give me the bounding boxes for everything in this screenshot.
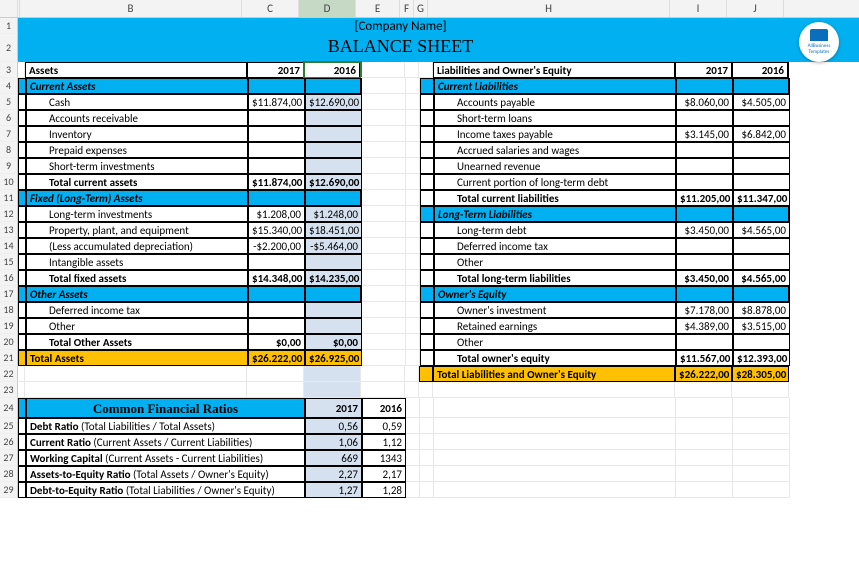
ratios-header[interactable]: Common Financial Ratios: [26, 398, 305, 418]
col-H[interactable]: H: [428, 0, 670, 17]
row-2[interactable]: 2: [0, 34, 18, 62]
current-liab-title[interactable]: Current Liabilities: [434, 78, 676, 94]
total-current-assets-y2[interactable]: $12.690,00: [305, 174, 362, 190]
row-headers: 1234567891011121314151617181920212223242…: [0, 18, 18, 498]
row-25[interactable]: 25: [0, 418, 18, 434]
row-13[interactable]: 13: [0, 222, 18, 238]
col-G[interactable]: G: [414, 0, 428, 17]
ratio-label[interactable]: Assets-to-Equity Ratio (Total Assets / O…: [26, 466, 305, 482]
total-current-assets-y1[interactable]: $11.874,00: [248, 174, 305, 190]
col-I[interactable]: I: [670, 0, 727, 17]
row-15[interactable]: 15: [0, 254, 18, 270]
logo-text: AllBusiness Templates: [799, 43, 839, 55]
owners-equity-title[interactable]: Owner's Equity: [434, 286, 676, 302]
row-10[interactable]: 10: [0, 174, 18, 190]
col-J[interactable]: J: [727, 0, 784, 17]
sheet-title[interactable]: BALANCE SHEET: [18, 34, 783, 62]
row-5[interactable]: 5: [0, 94, 18, 110]
asset-item[interactable]: Prepaid expenses: [26, 142, 248, 158]
ratio-label[interactable]: Working Capital (Current Assets - Curren…: [26, 450, 305, 466]
row-23[interactable]: 23: [0, 382, 18, 398]
liab-year2[interactable]: 2016: [732, 62, 789, 78]
col-D[interactable]: D: [299, 0, 356, 17]
ratio-label[interactable]: Debt Ratio (Total Liabilities / Total As…: [26, 418, 305, 434]
liab-item[interactable]: Short-term loans: [434, 110, 676, 126]
row-4[interactable]: 4: [0, 78, 18, 94]
assets-header[interactable]: Assets: [25, 62, 247, 78]
assets-year2[interactable]: 2016: [304, 62, 361, 78]
row-24[interactable]: 24: [0, 398, 18, 418]
row-19[interactable]: 19: [0, 318, 18, 334]
asset-item[interactable]: Short-term investments: [26, 158, 248, 174]
col-F[interactable]: F: [400, 0, 414, 17]
row-6[interactable]: 6: [0, 110, 18, 126]
asset-item[interactable]: Cash: [26, 94, 248, 110]
spreadsheet: B C D E F G H I J 1234567891011121314151…: [0, 0, 859, 498]
row-9[interactable]: 9: [0, 158, 18, 174]
ratio-label[interactable]: Current Ratio (Current Assets / Current …: [26, 434, 305, 450]
row-20[interactable]: 20: [0, 334, 18, 350]
total-liab-equity-label[interactable]: Total Liabilities and Owner's Equity: [433, 366, 675, 382]
asset-item[interactable]: Inventory: [26, 126, 248, 142]
ratio-label[interactable]: Debt-to-Equity Ratio (Total Liabilities …: [26, 482, 305, 498]
select-all-corner[interactable]: [0, 0, 18, 17]
row-17[interactable]: 17: [0, 286, 18, 302]
liab-year1[interactable]: 2017: [675, 62, 732, 78]
col-B[interactable]: B: [20, 0, 242, 17]
allbusiness-logo: AllBusiness Templates: [799, 22, 839, 62]
total-assets-label[interactable]: Total Assets: [26, 350, 248, 366]
row-22[interactable]: 22: [0, 366, 18, 382]
grid[interactable]: [Company Name] BALANCE SHEET Assets 2017…: [18, 18, 859, 498]
row-14[interactable]: 14: [0, 238, 18, 254]
row-28[interactable]: 28: [0, 466, 18, 482]
current-assets-title[interactable]: Current Assets: [26, 78, 248, 94]
row-7[interactable]: 7: [0, 126, 18, 142]
row-18[interactable]: 18: [0, 302, 18, 318]
row-8[interactable]: 8: [0, 142, 18, 158]
liab-header[interactable]: Liabilities and Owner's Equity: [433, 62, 675, 78]
row-27[interactable]: 27: [0, 450, 18, 466]
total-current-liab-label[interactable]: Total current liabilities: [434, 190, 676, 206]
monitor-icon: [810, 29, 828, 41]
asset-item[interactable]: Accounts receivable: [26, 110, 248, 126]
liab-item[interactable]: Accounts payable: [434, 94, 676, 110]
total-current-assets-label[interactable]: Total current assets: [26, 174, 248, 190]
row-12[interactable]: 12: [0, 206, 18, 222]
liab-item-5[interactable]: Current portion of long-term debt: [434, 174, 676, 190]
row-3[interactable]: 3: [0, 62, 18, 78]
liab-item[interactable]: Accrued salaries and wages: [434, 142, 676, 158]
fixed-assets-title[interactable]: Fixed (Long-Term) Assets: [26, 190, 248, 206]
col-C[interactable]: C: [242, 0, 299, 17]
row-26[interactable]: 26: [0, 434, 18, 450]
liab-item[interactable]: Unearned revenue: [434, 158, 676, 174]
row-11[interactable]: 11: [0, 190, 18, 206]
row-29[interactable]: 29: [0, 482, 18, 498]
column-headers: B C D E F G H I J: [0, 0, 859, 18]
col-E[interactable]: E: [356, 0, 400, 17]
liab-item[interactable]: Income taxes payable: [434, 126, 676, 142]
row-21[interactable]: 21: [0, 350, 18, 366]
row-1[interactable]: 1: [0, 18, 18, 34]
company-name[interactable]: [Company Name]: [18, 18, 783, 34]
row-16[interactable]: 16: [0, 270, 18, 286]
long-term-liab-title[interactable]: Long-Term Liabilities: [434, 206, 676, 222]
assets-year1[interactable]: 2017: [247, 62, 304, 78]
